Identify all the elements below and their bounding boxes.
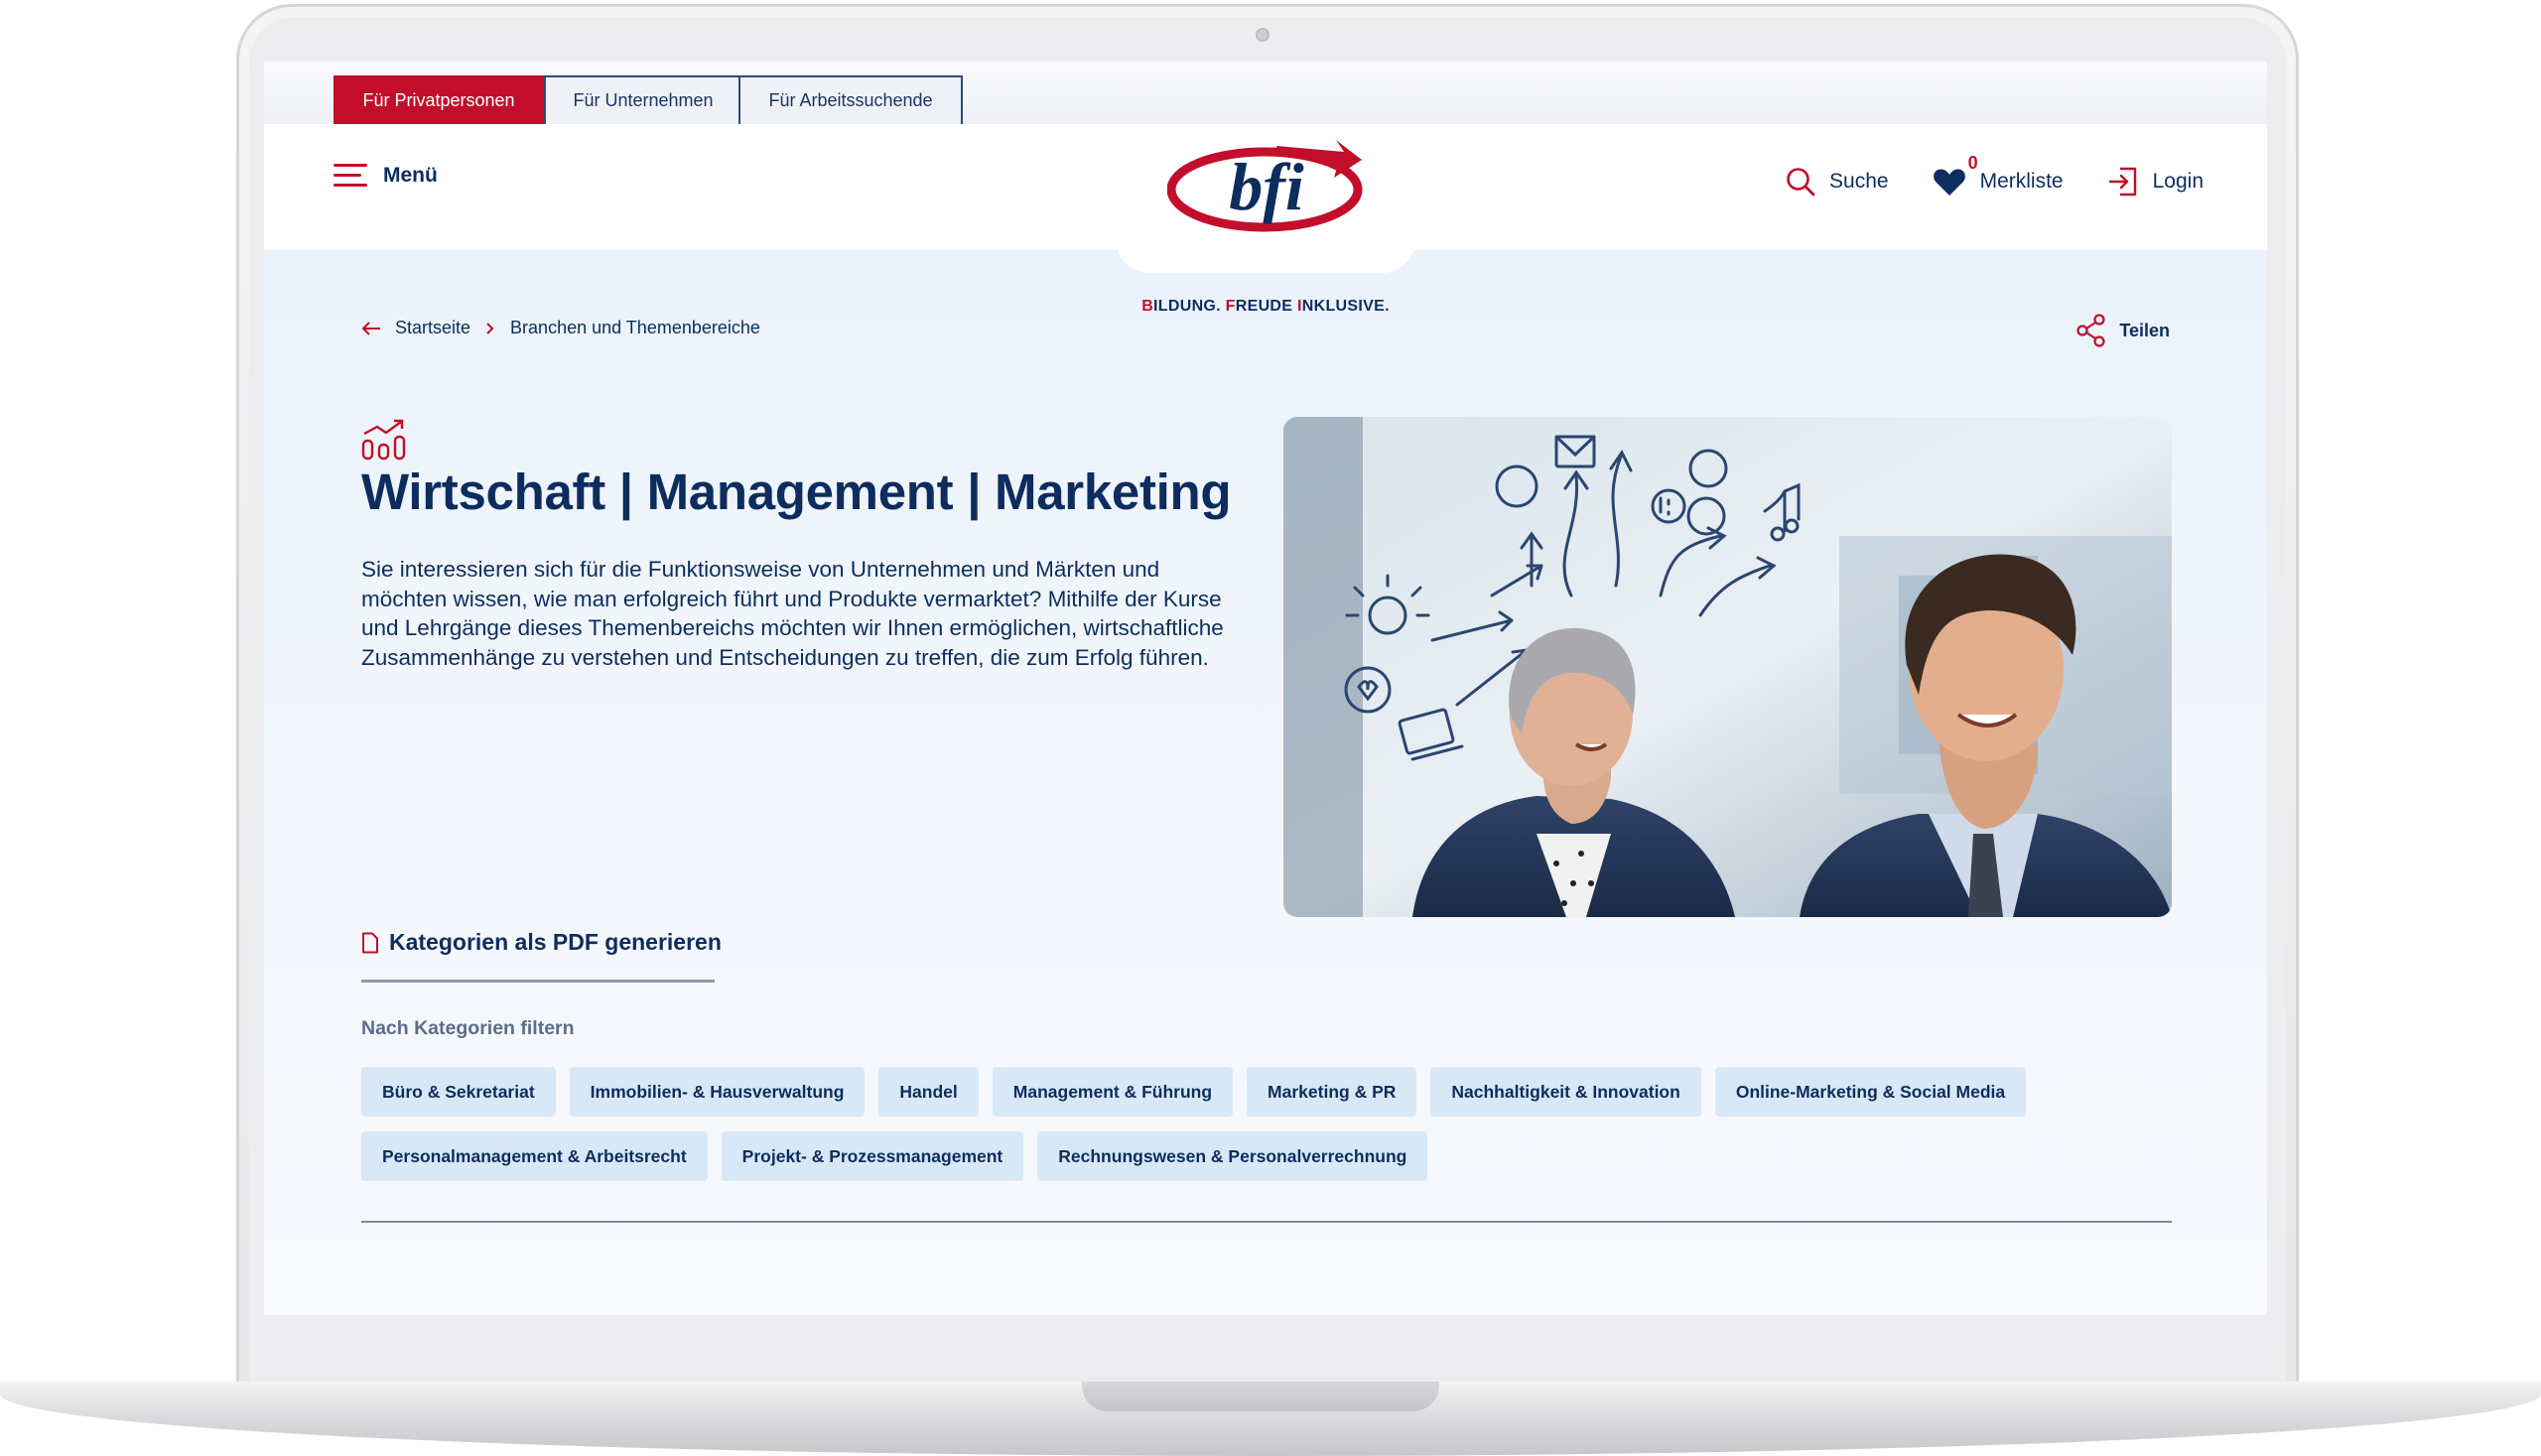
wishlist-count-badge: 0 xyxy=(1967,153,1978,173)
logo-text: bfi xyxy=(1229,149,1304,224)
chip-personalmanagement-arbeitsrecht[interactable]: Personalmanagement & Arbeitsrecht xyxy=(361,1131,708,1181)
chip-buero-sekretariat[interactable]: Büro & Sekretariat xyxy=(361,1067,556,1117)
chip-projekt-prozessmanagement[interactable]: Projekt- & Prozessmanagement xyxy=(721,1131,1024,1181)
hero-image xyxy=(1283,417,2172,917)
menu-button[interactable]: Menü xyxy=(334,164,438,188)
chevron-right-icon xyxy=(486,322,494,334)
section-divider xyxy=(361,1221,2172,1223)
chip-marketing-pr[interactable]: Marketing & PR xyxy=(1247,1067,1417,1117)
tab-unternehmen[interactable]: Für Unternehmen xyxy=(544,75,740,124)
laptop-notch xyxy=(1082,1382,1439,1411)
business-people-illustration xyxy=(1283,417,2172,917)
login-label: Login xyxy=(2152,170,2204,193)
filter-label: Nach Kategorien filtern xyxy=(361,1017,575,1039)
chart-growth-icon xyxy=(361,419,406,461)
arrow-left-icon xyxy=(361,321,380,335)
wishlist-label: Merkliste xyxy=(1979,170,2064,193)
chip-rechnungswesen-personalverrechnung[interactable]: Rechnungswesen & Personalverrechnung xyxy=(1037,1131,1428,1181)
login-button[interactable]: Login xyxy=(2107,166,2204,198)
chip-immobilien-hausverwaltung[interactable]: Immobilien- & Hausverwaltung xyxy=(569,1067,866,1117)
share-label: Teilen xyxy=(2119,320,2170,340)
chip-online-marketing-social-media[interactable]: Online-Marketing & Social Media xyxy=(1714,1067,2027,1117)
breadcrumb-current: Branchen und Themenbereiche xyxy=(510,318,760,337)
menu-label: Menü xyxy=(383,164,438,187)
pdf-link-underline xyxy=(361,980,715,983)
login-icon xyxy=(2108,167,2136,197)
breadcrumb-home-link[interactable]: Startseite xyxy=(395,318,470,338)
share-button[interactable]: Teilen xyxy=(2075,314,2170,347)
camera-icon xyxy=(1256,28,1270,42)
logo-link[interactable]: bfi BILDUNG. FREUDE INKLUSIVE. xyxy=(1116,124,1415,334)
heart-icon xyxy=(1933,169,1965,196)
wishlist-button[interactable]: 0 Merkliste xyxy=(1933,153,2064,197)
intro-text: Sie interessieren sich für die Funktions… xyxy=(361,557,1224,670)
pdf-generate-link[interactable]: Kategorien als PDF generieren xyxy=(361,929,722,956)
chip-management-fuehrung[interactable]: Management & Führung xyxy=(992,1067,1234,1117)
audience-tab-bar: Für Privatpersonen Für Unternehmen Für A… xyxy=(264,62,2267,124)
category-filter-chips: Büro & Sekretariat Immobilien- & Hausver… xyxy=(361,1067,2049,1196)
chip-handel[interactable]: Handel xyxy=(878,1067,979,1117)
share-icon xyxy=(2076,314,2105,347)
header-actions: Suche 0 Merkliste Login xyxy=(1786,153,2204,198)
search-icon xyxy=(1787,168,1815,197)
breadcrumb: Startseite Branchen und Themenbereiche xyxy=(361,318,760,338)
tab-privatpersonen[interactable]: Für Privatpersonen xyxy=(334,75,544,124)
document-icon xyxy=(362,932,378,953)
page-title: Wirtschaft | Management | Marketing xyxy=(361,463,1232,520)
tab-arbeitssuchende[interactable]: Für Arbeitssuchende xyxy=(738,75,963,124)
logo-tagline: BILDUNG. FREUDE INKLUSIVE. xyxy=(1141,298,1390,315)
chip-nachhaltigkeit-innovation[interactable]: Nachhaltigkeit & Innovation xyxy=(1430,1067,1701,1117)
pdf-link-label: Kategorien als PDF generieren xyxy=(389,929,722,955)
device-mockup: Für Privatpersonen Für Unternehmen Für A… xyxy=(0,0,2541,1456)
bfi-logo: bfi xyxy=(1167,140,1363,232)
search-label: Suche xyxy=(1829,170,1889,193)
search-button[interactable]: Suche xyxy=(1786,167,1889,197)
burger-menu-icon xyxy=(334,164,367,188)
browser-screen: Für Privatpersonen Für Unternehmen Für A… xyxy=(264,62,2267,1315)
